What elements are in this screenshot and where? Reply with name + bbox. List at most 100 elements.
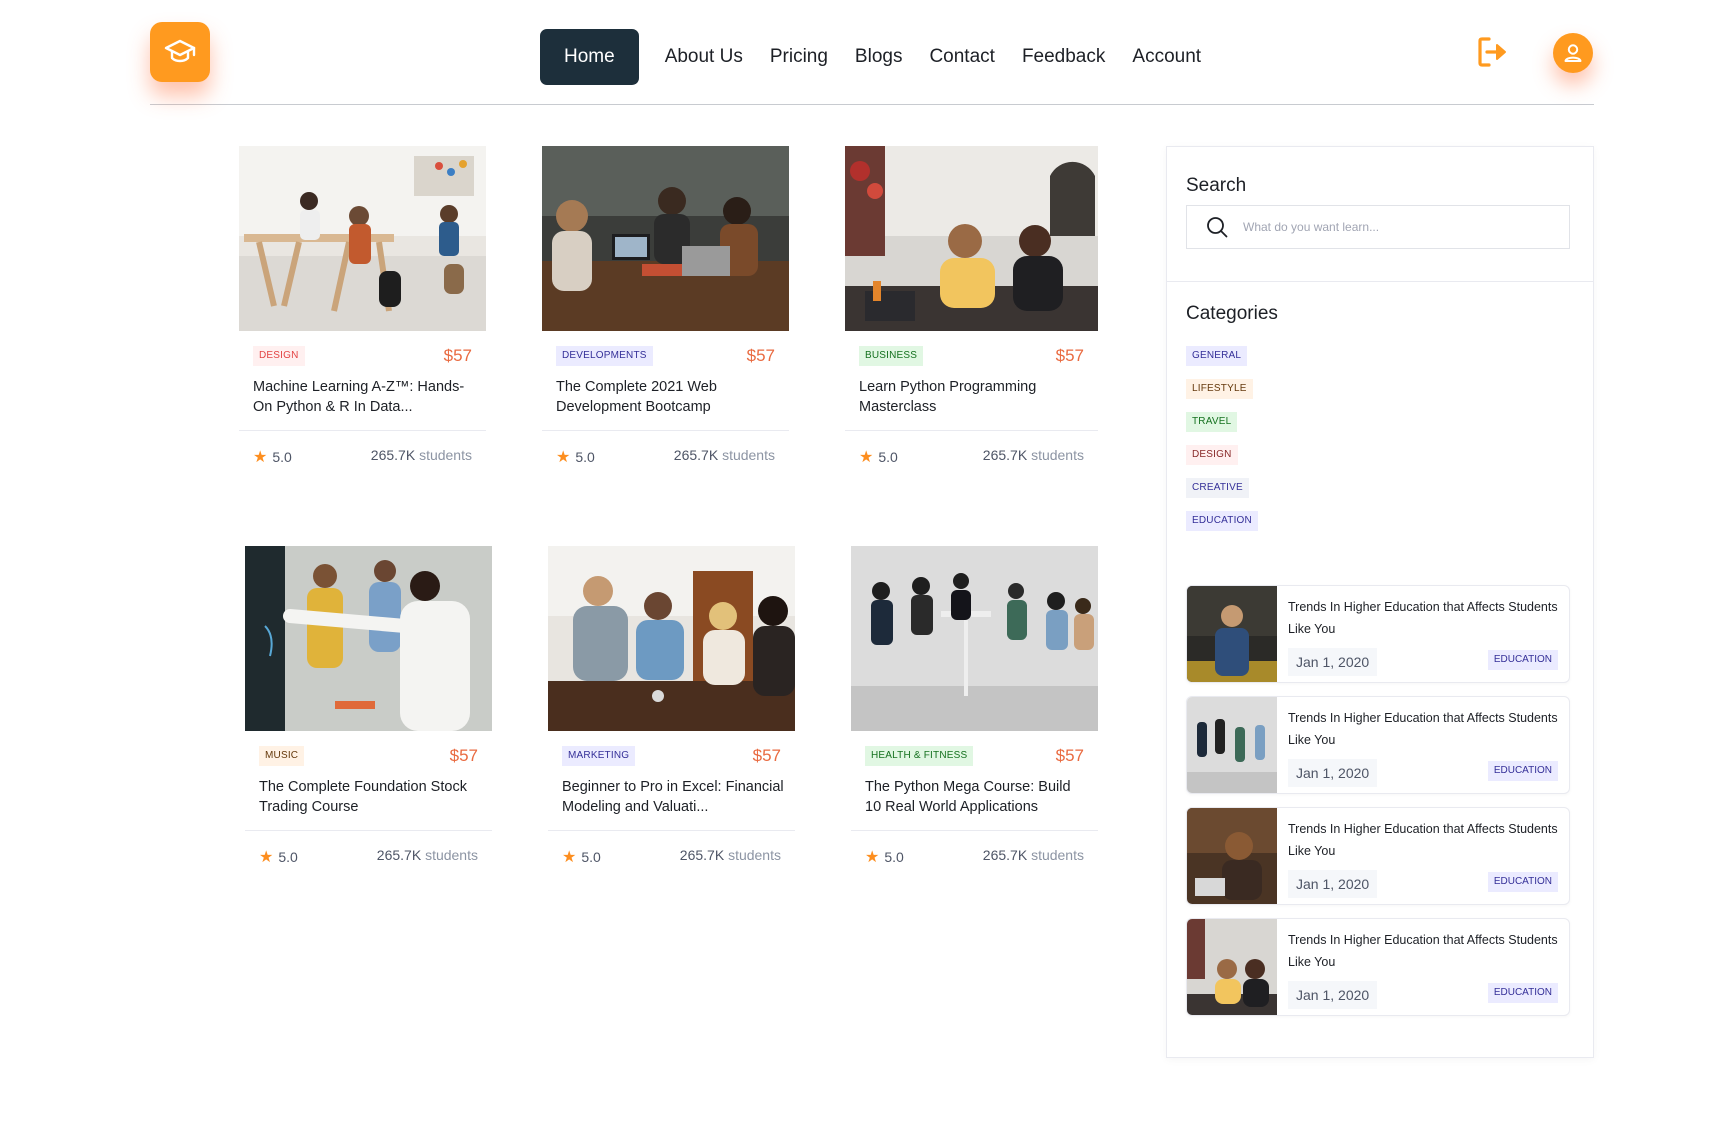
course-image [845, 146, 1098, 331]
star-icon: ★ [865, 849, 880, 866]
students-count: 265.7K [982, 447, 1028, 463]
students-label: students [728, 847, 781, 863]
students-count: 265.7K [376, 847, 422, 863]
course-price: $57 [746, 346, 775, 365]
post-date: Jan 1, 2020 [1288, 648, 1378, 676]
card-divider [851, 830, 1098, 831]
graduation-cap-icon [164, 39, 196, 63]
user-icon [1564, 44, 1582, 62]
logo-graduation-cap-icon[interactable] [150, 22, 210, 82]
course-category-tag: Design [253, 346, 305, 366]
logout-icon [1478, 37, 1506, 67]
course-card[interactable]: Music $57 The Complete Foundation Stock … [245, 546, 492, 876]
search-placeholder: What do you want learn... [1243, 220, 1380, 234]
post-image [1187, 586, 1277, 682]
star-icon: ★ [859, 449, 874, 466]
profile-button[interactable] [1553, 33, 1593, 73]
nav-pricing[interactable]: Pricing [770, 46, 828, 68]
rating-value: 5.0 [278, 849, 298, 865]
post-image [1187, 808, 1277, 904]
nav-home[interactable]: Home [540, 29, 639, 85]
nav-about-us[interactable]: About Us [665, 46, 743, 68]
course-title[interactable]: The Python Mega Course: Build 10 Real Wo… [865, 777, 1087, 817]
course-card[interactable]: Design $57 Machine Learning A-Z™: Hands-… [239, 146, 486, 476]
rating-value: 5.0 [272, 449, 292, 465]
course-students: 265.7K students [674, 447, 775, 463]
course-card[interactable]: Business $57 Learn Python Programming Ma… [845, 146, 1098, 476]
search-section: Search What do you want learn... [1167, 147, 1593, 282]
students-label: students [1031, 847, 1084, 863]
course-category-tag: Marketing [562, 746, 636, 766]
search-input[interactable]: What do you want learn... [1186, 205, 1570, 249]
card-divider [245, 830, 492, 831]
course-title[interactable]: Beginner to Pro in Excel: Financial Mode… [562, 777, 784, 817]
rating-value: 5.0 [878, 449, 898, 465]
rating-value: 5.0 [581, 849, 601, 865]
blog-post-card[interactable]: Trends In Higher Education that Affects … [1186, 696, 1570, 794]
post-title: Trends In Higher Education that Affects … [1288, 711, 1558, 747]
nav-account[interactable]: Account [1132, 46, 1201, 68]
sidebar: Search What do you want learn... Categor… [1166, 146, 1594, 1058]
course-category-tag: Music [259, 746, 305, 766]
course-category-tag: Business [859, 346, 924, 366]
post-date: Jan 1, 2020 [1288, 759, 1378, 787]
course-students: 265.7K students [983, 447, 1084, 463]
category-tag-general[interactable]: General [1186, 346, 1248, 366]
post-image [1187, 919, 1277, 1015]
students-count: 265.7K [370, 447, 416, 463]
card-divider [542, 430, 789, 431]
course-card[interactable]: Health & Fitness $57 The Python Mega Cou… [851, 546, 1098, 876]
course-title[interactable]: Learn Python Programming Masterclass [859, 377, 1081, 417]
students-label: students [1031, 447, 1084, 463]
search-icon [1207, 217, 1228, 238]
students-label: students [722, 447, 775, 463]
course-price: $57 [449, 746, 478, 765]
blog-post-card[interactable]: Trends In Higher Education that Affects … [1186, 807, 1570, 905]
course-image [851, 546, 1098, 731]
rating-value: 5.0 [884, 849, 904, 865]
students-label: students [425, 847, 478, 863]
students-count: 265.7K [679, 847, 725, 863]
course-price: $57 [752, 746, 781, 765]
blog-post-card[interactable]: Trends In Higher Education that Affects … [1186, 918, 1570, 1016]
blog-post-card[interactable]: Trends In Higher Education that Affects … [1186, 585, 1570, 683]
logout-button[interactable] [1475, 34, 1511, 70]
course-rating: ★ 5.0 [259, 847, 298, 867]
course-title[interactable]: The Complete Foundation Stock Trading Co… [259, 777, 481, 817]
course-category-tag: Health & Fitness [865, 746, 974, 766]
course-title[interactable]: Machine Learning A-Z™: Hands-On Python &… [253, 377, 475, 417]
course-students: 265.7K students [371, 447, 472, 463]
star-icon: ★ [556, 449, 571, 466]
post-category-tag: Education [1487, 761, 1558, 781]
course-image [239, 146, 486, 331]
card-divider [548, 830, 795, 831]
course-card[interactable]: Marketing $57 Beginner to Pro in Excel: … [548, 546, 795, 876]
nav-contact[interactable]: Contact [929, 46, 994, 68]
nav-blogs[interactable]: Blogs [855, 46, 903, 68]
nav-feedback[interactable]: Feedback [1022, 46, 1105, 68]
course-rating: ★ 5.0 [865, 847, 904, 867]
star-icon: ★ [562, 849, 577, 866]
course-rating: ★ 5.0 [253, 447, 292, 467]
categories-title: Categories [1186, 303, 1278, 324]
card-divider [239, 430, 486, 431]
rating-value: 5.0 [575, 449, 595, 465]
category-tag-lifestyle[interactable]: Lifestyle [1186, 379, 1253, 399]
category-list: General Lifestyle Travel Design Creative… [1186, 345, 1258, 543]
course-students: 265.7K students [680, 847, 781, 863]
students-label: students [419, 447, 472, 463]
course-image [245, 546, 492, 731]
post-image [1187, 697, 1277, 793]
post-date: Jan 1, 2020 [1288, 981, 1378, 1009]
category-tag-design[interactable]: Design [1186, 445, 1238, 465]
course-students: 265.7K students [377, 847, 478, 863]
course-card[interactable]: Developments $57 The Complete 2021 Web D… [542, 146, 789, 476]
category-tag-travel[interactable]: Travel [1186, 412, 1238, 432]
category-tag-creative[interactable]: Creative [1186, 478, 1249, 498]
star-icon: ★ [259, 849, 274, 866]
course-rating: ★ 5.0 [859, 447, 898, 467]
course-title[interactable]: The Complete 2021 Web Development Bootca… [556, 377, 778, 417]
search-title: Search [1186, 175, 1247, 196]
post-title: Trends In Higher Education that Affects … [1288, 933, 1558, 969]
category-tag-education[interactable]: Education [1186, 511, 1258, 531]
